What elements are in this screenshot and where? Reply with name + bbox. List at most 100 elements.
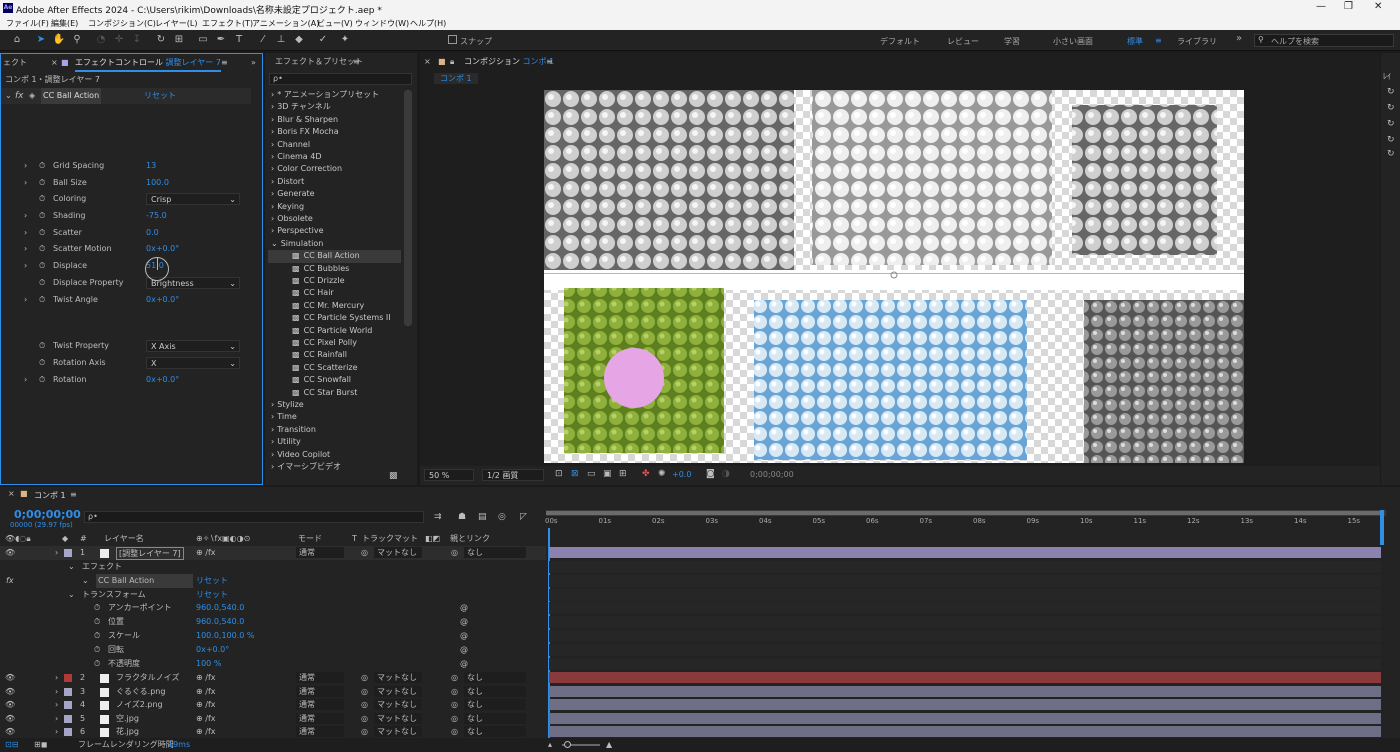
track-matte-select[interactable]: マットなし: [374, 547, 422, 558]
dock-icon-4[interactable]: ↻: [1387, 135, 1395, 145]
effects-search-input[interactable]: ρ•: [269, 73, 412, 85]
effect-item-label-row[interactable]: fx ⌄ CC Ball Action リセット: [0, 574, 546, 588]
comp-flowchart-icon[interactable]: ⇉: [434, 512, 442, 522]
zoom-tool-icon[interactable]: ⚲: [70, 33, 84, 47]
zoom-slider-thumb[interactable]: [564, 741, 571, 748]
frame-blend-icon[interactable]: ▤: [478, 512, 487, 522]
label-color-swatch[interactable]: [64, 549, 72, 557]
timeline-search-input[interactable]: ρ•: [84, 511, 424, 523]
region-icon[interactable]: ▭: [587, 469, 596, 479]
text-tool-icon[interactable]: T: [232, 33, 246, 47]
matte-icon[interactable]: ◎: [361, 712, 368, 726]
stopwatch-icon[interactable]: ⏱: [94, 615, 100, 629]
parent-select[interactable]: なし: [464, 685, 526, 697]
eye-icon[interactable]: 👁: [5, 712, 15, 726]
stopwatch-icon[interactable]: ⏱: [39, 292, 45, 308]
effect-item[interactable]: ▩ CC Bubbles: [268, 263, 349, 275]
expand-arrow-icon[interactable]: ›: [55, 671, 58, 685]
effect-param-row[interactable]: › ⏱ Displace 51.0: [2, 258, 252, 274]
puppet-pin-icon[interactable]: ✦: [338, 33, 352, 47]
parent-select[interactable]: なし: [464, 547, 526, 558]
snapshot-icon[interactable]: ◙: [706, 469, 715, 479]
comp-lock-icon[interactable]: ×: [424, 53, 431, 71]
timeline-timecode[interactable]: 0;00;00;00: [14, 508, 81, 521]
expand-arrow-icon[interactable]: ›: [55, 725, 58, 739]
expand-arrow-icon[interactable]: ›: [55, 546, 58, 560]
eye-icon[interactable]: 👁: [5, 725, 15, 739]
dock-icon-3[interactable]: ↻: [1387, 119, 1395, 129]
stopwatch-icon[interactable]: ⏱: [39, 158, 45, 174]
expand-arrow-icon[interactable]: ›: [24, 372, 27, 388]
expand-arrow-icon[interactable]: ›: [24, 241, 27, 257]
layer-name[interactable]: ノイズ2.png: [116, 698, 163, 712]
effects-presets-tab[interactable]: エフェクト＆プリセット: [275, 53, 363, 71]
effect-param-row[interactable]: ⏱ Rotation Axis X ⌄: [2, 355, 252, 371]
effect-item[interactable]: ▩ CC Star Burst: [268, 387, 357, 399]
layer-row[interactable]: 👁 › 2 フラクタルノイズ ⊕ ∕fx 通常 ◎ マットなし ◎ なし: [0, 671, 546, 685]
effect-category[interactable]: › Blur & Sharpen: [271, 114, 338, 126]
expression-icon[interactable]: @: [460, 629, 468, 643]
work-area-bar[interactable]: [546, 510, 1386, 516]
dock-label-icon[interactable]: ﾚｲ: [1383, 71, 1391, 82]
effect-category[interactable]: › * アニメーションプリセット: [271, 89, 379, 101]
effect-category[interactable]: › Obsolete: [271, 213, 313, 225]
clone-stamp-icon[interactable]: ⊥: [274, 33, 288, 47]
effect-category[interactable]: › Keying: [271, 201, 304, 213]
eye-icon[interactable]: 👁: [5, 698, 15, 712]
expand-arrow-icon[interactable]: ›: [24, 292, 27, 308]
param-value[interactable]: 0x+0.0°: [146, 292, 179, 308]
workspace-learn[interactable]: 学習: [1004, 36, 1020, 47]
effect-param-row[interactable]: ⏱ Twist Property X Axis ⌄: [2, 338, 252, 354]
effect-item[interactable]: ▩ CC Particle Systems II: [268, 312, 391, 324]
menu-composition[interactable]: コンポジション(C): [88, 18, 156, 29]
effects-group-label-row[interactable]: ⌄ エフェクト: [0, 560, 546, 574]
switch-icons[interactable]: ⊕ ∕fx: [196, 698, 216, 712]
effect-param-row[interactable]: ⏱ Displace Property Brightness ⌄: [2, 275, 252, 291]
stopwatch-icon[interactable]: ⏱: [39, 275, 45, 291]
stopwatch-icon[interactable]: ⏱: [94, 643, 100, 657]
stopwatch-icon[interactable]: ⏱: [94, 657, 100, 671]
effect-item[interactable]: ▩ CC Drizzle: [268, 275, 345, 287]
snap-checkbox[interactable]: [448, 35, 457, 44]
effect-category[interactable]: › Boris FX Mocha: [271, 126, 339, 138]
close-icon[interactable]: ✕: [1374, 1, 1382, 12]
matte-icon[interactable]: ◎: [361, 546, 368, 560]
param-value[interactable]: 0.0: [146, 225, 159, 241]
layer-row[interactable]: 👁 › 4 ノイズ2.png ⊕ ∕fx 通常 ◎ マットなし ◎ なし: [0, 698, 546, 712]
effects-scrollbar[interactable]: [404, 90, 412, 326]
zoom-out-icon[interactable]: ▴: [548, 738, 552, 752]
eraser-tool-icon[interactable]: ◆: [292, 33, 306, 47]
collapse-arrow-icon[interactable]: ⌄: [5, 88, 12, 104]
track-matte-select[interactable]: マットなし: [374, 726, 422, 737]
expand-arrow-icon[interactable]: ›: [55, 712, 58, 726]
zoom-in-icon[interactable]: ▲: [606, 738, 612, 752]
stopwatch-icon[interactable]: ⏱: [94, 629, 100, 643]
stopwatch-icon[interactable]: ⏱: [39, 372, 45, 388]
effect-param-row[interactable]: › ⏱ Scatter Motion 0x+0.0°: [2, 241, 252, 257]
comp-subtab[interactable]: コンポ 1: [434, 73, 478, 84]
menu-file[interactable]: ファイル(F): [6, 18, 49, 29]
pickwhip-icon[interactable]: ◎: [451, 685, 458, 699]
effect-category[interactable]: › Distort: [271, 176, 304, 188]
new-folder-icon[interactable]: ▩: [389, 471, 398, 481]
pen-tool-icon[interactable]: ✒: [214, 33, 228, 47]
transform-group-label-row[interactable]: ⌄ トランスフォーム リセット: [0, 588, 546, 602]
mode-select[interactable]: 通常: [296, 699, 344, 710]
timeline-zoom-slider[interactable]: [562, 741, 600, 748]
effect-param-row[interactable]: › ⏱ Shading -75.0: [2, 208, 252, 224]
matte-icon[interactable]: ◎: [361, 698, 368, 712]
layer-row[interactable]: 👁 › 3 ぐるぐる.png ⊕ ∕fx 通常 ◎ マットなし ◎ なし: [0, 685, 546, 699]
effect-name[interactable]: CC Ball Action: [41, 88, 102, 104]
parent-select[interactable]: なし: [464, 672, 526, 683]
expression-icon[interactable]: @: [460, 601, 468, 615]
mode-select[interactable]: 通常: [296, 726, 344, 737]
pickwhip-icon[interactable]: ◎: [451, 725, 458, 739]
effect-category[interactable]: › Generate: [271, 188, 315, 200]
workspace-standard[interactable]: 標準: [1127, 36, 1143, 47]
effect-category[interactable]: › 3D チャンネル: [271, 101, 331, 113]
comp-viewer[interactable]: [544, 90, 1244, 463]
effect-param-row[interactable]: › ⏱ Twist Angle 0x+0.0°: [2, 292, 252, 308]
footer-icons[interactable]: ⊞◼: [34, 738, 47, 752]
layer-duration-bar[interactable]: [549, 547, 1381, 558]
composition-tab[interactable]: コンポジション コンポ 1: [464, 53, 554, 71]
